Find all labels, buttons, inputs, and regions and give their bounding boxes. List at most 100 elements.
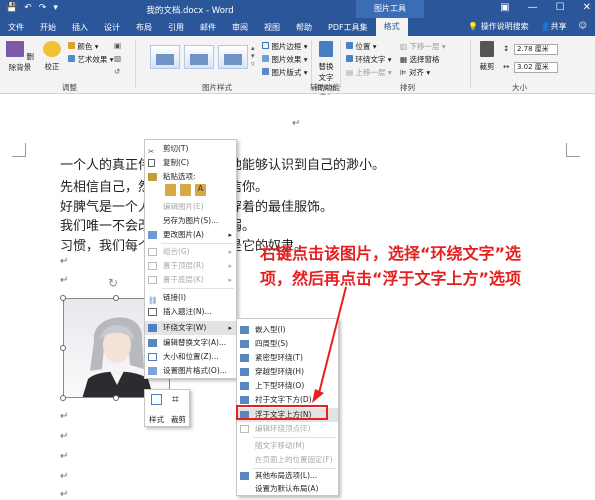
menu-save-as-picture[interactable]: 另存为图片(S)... [145, 214, 236, 228]
remove-background-button[interactable]: 删除背景 [4, 41, 36, 73]
tab-design[interactable]: 设计 [96, 22, 128, 33]
menu-change-picture[interactable]: 更改图片(A) ▸ [145, 228, 236, 242]
menu-format-picture[interactable]: 设置图片格式(O)... [145, 364, 236, 378]
color-icon [68, 42, 75, 49]
tab-review[interactable]: 审阅 [224, 22, 256, 33]
resize-handle[interactable] [60, 295, 66, 301]
align-button[interactable]: ⊫ 对齐 ▾ [400, 67, 430, 78]
rotate-handle-icon[interactable]: ↻ [108, 276, 118, 290]
menu-label: 大小和位置(Z)... [163, 352, 219, 361]
minimize-icon[interactable]: — [528, 2, 538, 13]
tab-mailings[interactable]: 邮件 [192, 22, 224, 33]
menu-label: 更改图片(A) [163, 230, 204, 239]
picture-style-thumb-3[interactable] [218, 45, 248, 69]
wrap-move-with-text[interactable]: 随文字移动(M) [237, 439, 338, 453]
wrap-more-layout-options[interactable]: 其他布局选项(L)... [237, 469, 338, 483]
maximize-icon[interactable]: ☐ [556, 2, 565, 13]
close-icon[interactable]: ✕ [583, 2, 591, 13]
picture-style-thumb-2[interactable] [184, 45, 214, 69]
tab-format[interactable]: 格式 [375, 18, 408, 36]
height-input[interactable]: 2.78 厘米 [514, 44, 558, 55]
paragraph-mark: ↵ [60, 411, 69, 422]
resize-handle[interactable] [60, 395, 66, 401]
alt-text-icon [148, 339, 157, 347]
menu-edit-alt-text[interactable]: 编辑替换文字(A)... [145, 336, 236, 350]
lightbulb-icon: 💡 [468, 22, 479, 31]
width-icon: ↔ [503, 62, 510, 71]
menu-cut[interactable]: ✂ 剪切(T) [145, 142, 236, 156]
menu-group[interactable]: 组合(G) ▸ [145, 245, 236, 259]
picture-border-button[interactable]: 图片边框 ▾ [262, 41, 308, 52]
width-input[interactable]: 3.02 厘米 [514, 62, 558, 73]
wrap-edit-points[interactable]: 编辑环绕顶点(E) [237, 422, 338, 436]
resize-handle[interactable] [113, 395, 119, 401]
corrections-button[interactable]: 校正 [40, 41, 64, 72]
accessibility-group-label: 辅助功能 [310, 83, 340, 92]
menu-separator [161, 243, 234, 244]
menu-bring-to-front[interactable]: 置于顶层(R) ▸ [145, 259, 236, 273]
menu-label: 链接(I) [163, 293, 187, 302]
wrap-through-icon [240, 368, 249, 376]
tab-home[interactable]: 开始 [32, 22, 64, 33]
wrap-set-default[interactable]: 设置为默认布局(A) [237, 482, 338, 496]
menu-insert-caption[interactable]: 插入题注(N)... [145, 305, 236, 319]
crop-mini-button[interactable]: 裁剪 [171, 414, 186, 425]
menu-label: 粘贴选项: [163, 172, 196, 181]
tab-references[interactable]: 引用 [160, 22, 192, 33]
resize-handle[interactable] [60, 345, 66, 351]
artistic-effects-button[interactable]: 艺术效果 ▾ [68, 54, 114, 65]
share-button[interactable]: 👤共享 [541, 21, 567, 32]
corrections-label: 校正 [44, 62, 60, 71]
crop-button[interactable]: 裁剪 [476, 41, 498, 72]
menu-copy[interactable]: 复制(C) [145, 156, 236, 170]
paste-picture-icon[interactable] [180, 184, 191, 196]
ribbon-display-icon[interactable]: ▣ [500, 2, 509, 13]
wrap-fix-position[interactable]: 在页面上的位置固定(F) [237, 453, 338, 467]
menu-label: 插入题注(N)... [163, 307, 212, 316]
paste-icon [148, 173, 157, 181]
gallery-scroll-icon[interactable]: ▴ ▾ ▿ [251, 44, 255, 68]
picture-style-thumb-1[interactable] [150, 45, 180, 69]
compress-pictures-icon[interactable]: ▣ [114, 41, 121, 50]
menu-link[interactable]: ⛓ 链接(I) [145, 291, 236, 305]
divider [135, 40, 136, 88]
paragraph-mark: ↵ [60, 489, 69, 500]
smiley-icon[interactable]: ☺ [579, 21, 587, 32]
reset-picture-icon[interactable]: ↺ [114, 67, 120, 76]
tab-help[interactable]: 帮助 [288, 22, 320, 33]
crop-icon[interactable]: ⌗ [172, 392, 179, 407]
menu-send-to-back[interactable]: 置于底层(K) ▸ [145, 273, 236, 287]
style-button[interactable]: 样式 [149, 414, 164, 425]
menu-size-position[interactable]: 大小和位置(Z)... [145, 350, 236, 364]
send-backward-button[interactable]: ▥ 下移一层 ▾ [400, 41, 446, 52]
position-label: 位置 [355, 42, 371, 51]
selection-pane-label: 选择窗格 [409, 55, 440, 64]
bring-forward-label: 上移一层 [355, 68, 386, 77]
paste-keep-format-icon[interactable] [165, 184, 176, 196]
tab-file[interactable]: 文件 [0, 22, 32, 33]
menu-edit-picture[interactable]: 编辑图片(E) [145, 200, 236, 214]
menu-label: 组合(G) [163, 247, 190, 256]
wrap-text-button[interactable]: 环绕文字 ▾ [346, 54, 392, 65]
mini-toolbar: ⌗ 样式 裁剪 [144, 389, 190, 427]
picture-styles-group-label: 图片样式 [202, 83, 232, 92]
bring-forward-button[interactable]: ▤ 上移一层 ▾ [346, 67, 392, 78]
picture-layout-button[interactable]: 图片版式 ▾ [262, 67, 308, 78]
tab-pdf-tools[interactable]: PDF工具集 [320, 22, 376, 33]
tell-me-search[interactable]: 💡 操作说明搜索 [468, 21, 529, 32]
submenu-arrow-icon: ▸ [228, 231, 232, 239]
color-button[interactable]: 颜色 ▾ [68, 41, 99, 52]
tab-view[interactable]: 视图 [256, 22, 288, 33]
bring-forward-icon: ▤ [346, 68, 354, 77]
paragraph-mark: ↵ [60, 451, 69, 462]
selection-pane-button[interactable]: ▦ 选择窗格 [400, 54, 439, 65]
tab-insert[interactable]: 插入 [64, 22, 96, 33]
position-button[interactable]: 位置 ▾ [346, 41, 377, 52]
tab-layout[interactable]: 布局 [128, 22, 160, 33]
change-picture-icon[interactable]: ▧ [114, 54, 121, 63]
resize-handle[interactable] [113, 295, 119, 301]
menu-wrap-text[interactable]: 环绕文字(W) ▸ [145, 321, 236, 335]
paste-text-only-icon[interactable]: A [195, 184, 206, 196]
picture-effects-button[interactable]: 图片效果 ▾ [262, 54, 308, 65]
style-icon[interactable] [151, 394, 162, 405]
